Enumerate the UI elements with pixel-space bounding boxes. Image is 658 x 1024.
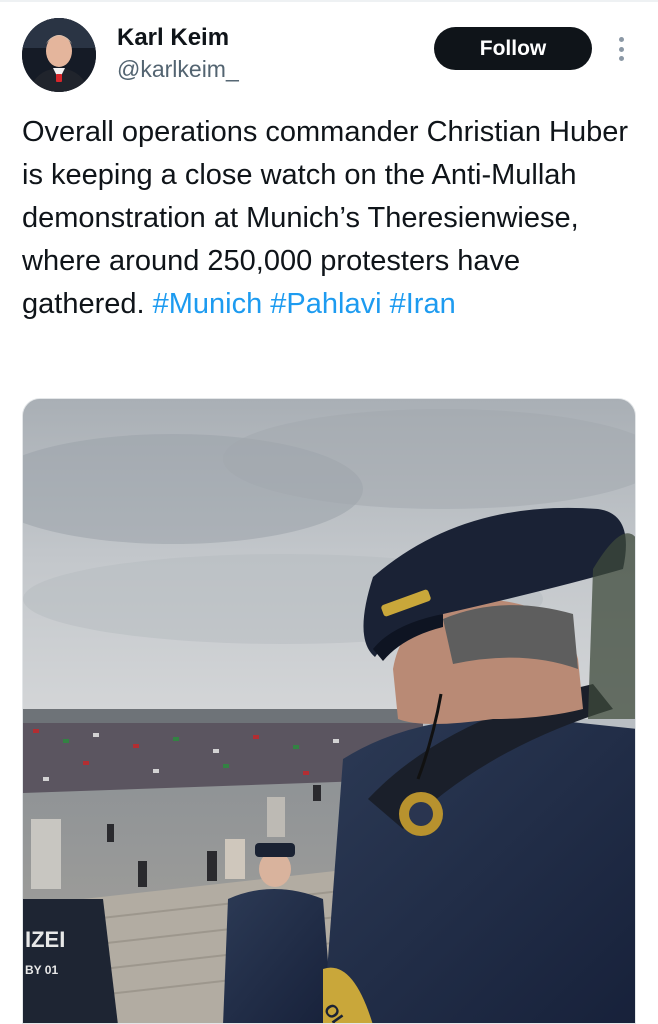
hashtag-munich[interactable]: #Munich: [153, 288, 263, 320]
patch-text-left: IZEI: [25, 927, 65, 952]
patch-text-left-small: BY 01: [25, 963, 58, 977]
follow-button[interactable]: Follow: [434, 27, 592, 70]
person-avatar-icon: [22, 18, 96, 92]
tweet-header: Karl Keim @karlkeim_ Follow: [0, 0, 658, 100]
hashtag-pahlavi[interactable]: #Pahlavi: [270, 288, 381, 320]
tweet-body: Overall operations commander Christian H…: [22, 111, 642, 326]
author-avatar[interactable]: [22, 18, 96, 92]
demonstration-photo: IZEI BY 01 OLIZEI: [23, 399, 635, 1023]
author-display-name[interactable]: Karl Keim: [117, 24, 229, 52]
hashtag-iran[interactable]: #Iran: [390, 288, 456, 320]
author-handle[interactable]: @karlkeim_: [117, 56, 239, 83]
tweet-photo[interactable]: IZEI BY 01 OLIZEI: [22, 398, 636, 1024]
more-vertical-icon[interactable]: [610, 34, 632, 64]
